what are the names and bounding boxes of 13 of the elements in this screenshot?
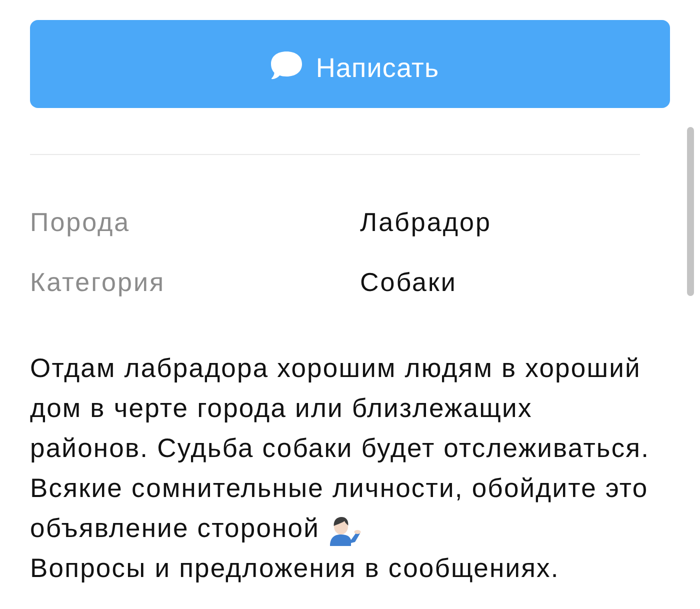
description-text: районов. Судьба собаки будет отслеживаться. bbox=[30, 432, 650, 465]
attribute-label: Порода bbox=[30, 206, 132, 238]
attribute-value: Собаки bbox=[360, 266, 457, 298]
speech-bubble-icon bbox=[270, 50, 302, 80]
description-text: объявление стороной bbox=[30, 512, 320, 545]
attribute-value: Лабрадор bbox=[360, 206, 492, 238]
scrollbar-thumb[interactable] bbox=[687, 127, 694, 296]
description-text: Вопросы и предложения в сообщениях. bbox=[30, 552, 560, 585]
compose-button[interactable]: Написать bbox=[30, 20, 670, 108]
attribute-label: Категория bbox=[30, 266, 166, 298]
description-text: Всякие сомнительные личности, обойдите это bbox=[30, 472, 648, 505]
description-text: дом в черте города или близлежащих bbox=[30, 392, 532, 425]
description-text: Отдам лабрадора хорошим людям в хороший bbox=[30, 352, 641, 385]
